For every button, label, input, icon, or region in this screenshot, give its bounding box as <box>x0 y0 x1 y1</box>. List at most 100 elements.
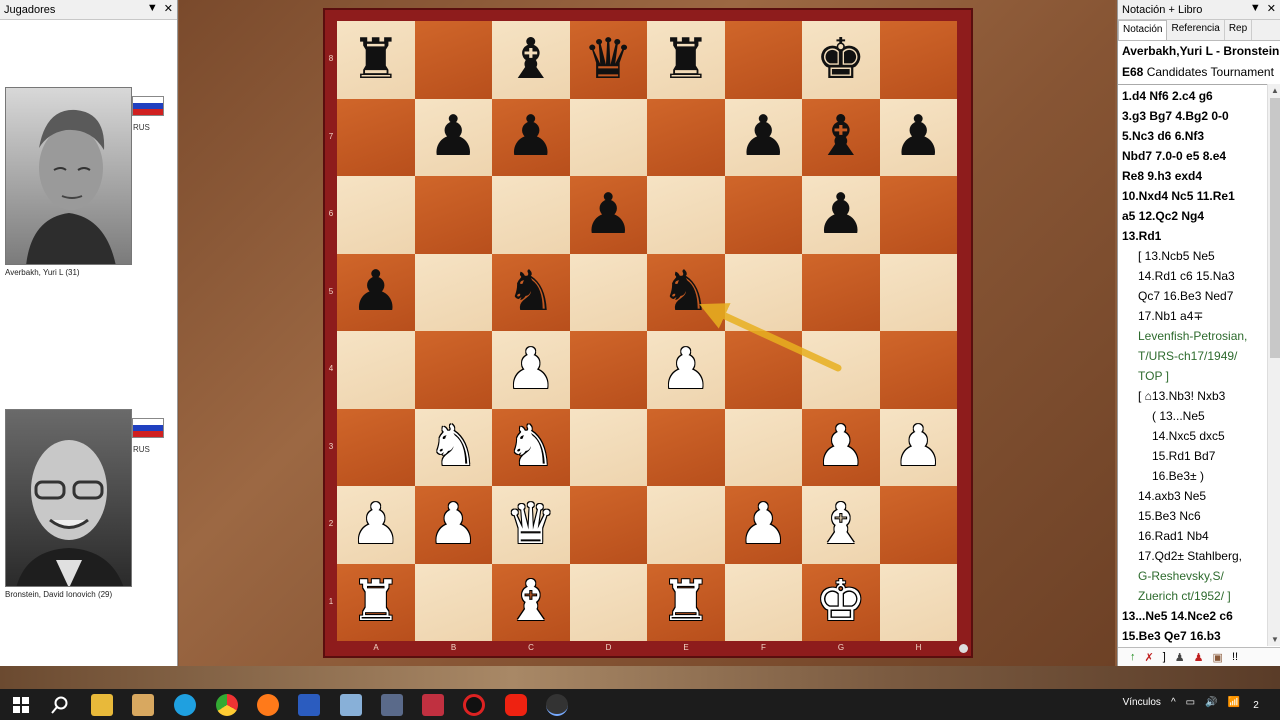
word-icon[interactable] <box>298 694 320 716</box>
square-f8[interactable] <box>724 21 802 99</box>
square-h1[interactable] <box>879 563 957 641</box>
black-knight-icon[interactable]: ♞ <box>506 264 556 320</box>
chrome-browser-icon[interactable] <box>216 694 238 716</box>
black-bishop-icon[interactable]: ♝ <box>506 31 556 88</box>
scroll-thumb[interactable] <box>1270 98 1280 358</box>
board-corner-handle[interactable] <box>959 644 968 653</box>
white-pawn-icon[interactable]: ♟ <box>506 341 556 398</box>
square-e6[interactable] <box>647 176 725 254</box>
arrow-up-icon[interactable]: ↑ <box>1130 651 1136 663</box>
square-d3[interactable] <box>569 408 647 486</box>
square-b1[interactable] <box>414 563 492 641</box>
square-f2[interactable]: ♟ <box>724 486 802 564</box>
notation-line[interactable]: [ 13.Ncb5 Ne5 <box>1138 246 1215 266</box>
white-pawn-icon[interactable]: ♟ <box>816 419 866 475</box>
notation-line[interactable]: 14.axb3 Ne5 <box>1138 486 1206 506</box>
media-player-icon[interactable] <box>132 694 154 716</box>
black-pawn-icon[interactable]: ♟ <box>738 109 788 165</box>
square-f3[interactable] <box>724 408 802 486</box>
white-knight-icon[interactable]: ♞ <box>428 419 478 475</box>
square-b5[interactable] <box>414 253 492 331</box>
white-pawn-icon[interactable]: ♟ <box>428 496 478 553</box>
square-a5[interactable]: ♟ <box>337 253 415 331</box>
black-pawn-icon[interactable]: ♟ <box>351 264 401 320</box>
square-d8[interactable]: ♛ <box>569 21 647 99</box>
square-a8[interactable]: ♜ <box>337 21 415 99</box>
pawn-red-icon[interactable]: ♟ <box>1194 651 1204 664</box>
square-h3[interactable]: ♟ <box>879 408 957 486</box>
notation-line[interactable]: 10.Nxd4 Nc5 11.Re1 <box>1122 186 1235 206</box>
square-d7[interactable] <box>569 98 647 176</box>
white-knight-icon[interactable]: ♞ <box>506 419 556 475</box>
square-c4[interactable]: ♟ <box>492 331 570 409</box>
notation-line[interactable]: Zuerich ct/1952/ ] <box>1138 586 1231 606</box>
square-c8[interactable]: ♝ <box>492 21 570 99</box>
square-d6[interactable]: ♟ <box>569 176 647 254</box>
chess-app-icon[interactable] <box>422 694 444 716</box>
notation-scrollbar[interactable]: ▲ ▼ <box>1267 84 1280 646</box>
white-pawn-icon[interactable]: ♟ <box>661 341 711 398</box>
notation-line[interactable]: 1.d4 Nf6 2.c4 g6 <box>1122 86 1213 106</box>
black-pawn-icon[interactable]: ♟ <box>506 109 556 165</box>
search-icon[interactable] <box>49 694 71 716</box>
youtube-icon[interactable] <box>505 694 527 716</box>
white-bishop-icon[interactable]: ♝ <box>506 574 556 630</box>
square-c6[interactable] <box>492 176 570 254</box>
white-pawn-icon[interactable]: ♟ <box>351 496 401 553</box>
square-g3[interactable]: ♟ <box>802 408 880 486</box>
notation-line[interactable]: G-Reshevsky,S/ <box>1138 566 1224 586</box>
file-explorer-icon[interactable] <box>91 694 113 716</box>
square-e4[interactable]: ♟ <box>647 331 725 409</box>
square-d5[interactable] <box>569 253 647 331</box>
notation-line[interactable]: ( 13...Ne5 <box>1152 406 1205 426</box>
black-pawn-icon[interactable]: ♟ <box>893 109 943 165</box>
notation-line[interactable]: 13.Rd1 <box>1122 226 1161 246</box>
black-bishop-icon[interactable]: ♝ <box>816 109 866 165</box>
square-c2[interactable]: ♛ <box>492 486 570 564</box>
chessbase-active-icon[interactable] <box>546 694 568 716</box>
notation-line[interactable]: 14.Rd1 c6 15.Na3 <box>1138 266 1235 286</box>
square-d4[interactable] <box>569 331 647 409</box>
notification-icon[interactable]: 2 <box>1245 694 1267 716</box>
panel-close-icon[interactable]: ✕ <box>164 2 173 15</box>
square-e2[interactable] <box>647 486 725 564</box>
square-h5[interactable] <box>879 253 957 331</box>
square-h2[interactable] <box>879 486 957 564</box>
notation-line[interactable]: 14.Nxc5 dxc5 <box>1152 426 1225 446</box>
notation-line[interactable]: 17.Nb1 a4∓ <box>1138 306 1203 326</box>
white-pawn-icon[interactable]: ♟ <box>738 496 788 553</box>
notation-line[interactable]: 13...Ne5 14.Nce2 c6 <box>1122 606 1233 626</box>
notation-line[interactable]: 5.Nc3 d6 6.Nf3 <box>1122 126 1204 146</box>
square-f4[interactable] <box>724 331 802 409</box>
square-f6[interactable] <box>724 176 802 254</box>
notation-line[interactable]: Nbd7 7.0-0 e5 8.e4 <box>1122 146 1226 166</box>
tray-label[interactable]: Vínculos <box>1123 697 1161 708</box>
white-queen-icon[interactable]: ♛ <box>506 496 556 553</box>
square-c3[interactable]: ♞ <box>492 408 570 486</box>
notation-line[interactable]: Qc7 16.Be3 Ned7 <box>1138 286 1233 306</box>
notation-line[interactable]: 3.g3 Bg7 4.Bg2 0-0 <box>1122 106 1229 126</box>
battery-icon[interactable]: ▭ <box>1186 697 1195 708</box>
square-f7[interactable]: ♟ <box>724 98 802 176</box>
notation-line[interactable]: 16.Rad1 Nb4 <box>1138 526 1209 546</box>
tab-referencia[interactable]: Referencia <box>1167 20 1225 40</box>
notes-app-icon[interactable] <box>340 694 362 716</box>
scroll-up-icon[interactable]: ▲ <box>1271 86 1279 95</box>
square-d1[interactable] <box>569 563 647 641</box>
square-c7[interactable]: ♟ <box>492 98 570 176</box>
notation-line[interactable]: [ ⌂13.Nb3! Nxb3 <box>1138 386 1225 406</box>
black-rook-icon[interactable]: ♜ <box>351 31 401 88</box>
notation-line[interactable]: T/URS-ch17/1949/ <box>1138 346 1237 366</box>
panel-close-icon[interactable]: ✕ <box>1267 2 1276 15</box>
square-g6[interactable]: ♟ <box>802 176 880 254</box>
panel-menu-icon[interactable]: ▼ <box>147 2 158 15</box>
black-pawn-icon[interactable]: ♟ <box>428 109 478 165</box>
notation-line[interactable]: TOP ] <box>1138 366 1169 386</box>
square-b4[interactable] <box>414 331 492 409</box>
white-pawn-icon[interactable]: ♟ <box>893 419 943 475</box>
notation-line[interactable]: Re8 9.h3 exd4 <box>1122 166 1202 186</box>
black-pawn-icon[interactable]: ♟ <box>583 186 633 243</box>
square-c1[interactable]: ♝ <box>492 563 570 641</box>
white-rook-icon[interactable]: ♜ <box>351 574 401 630</box>
square-h4[interactable] <box>879 331 957 409</box>
